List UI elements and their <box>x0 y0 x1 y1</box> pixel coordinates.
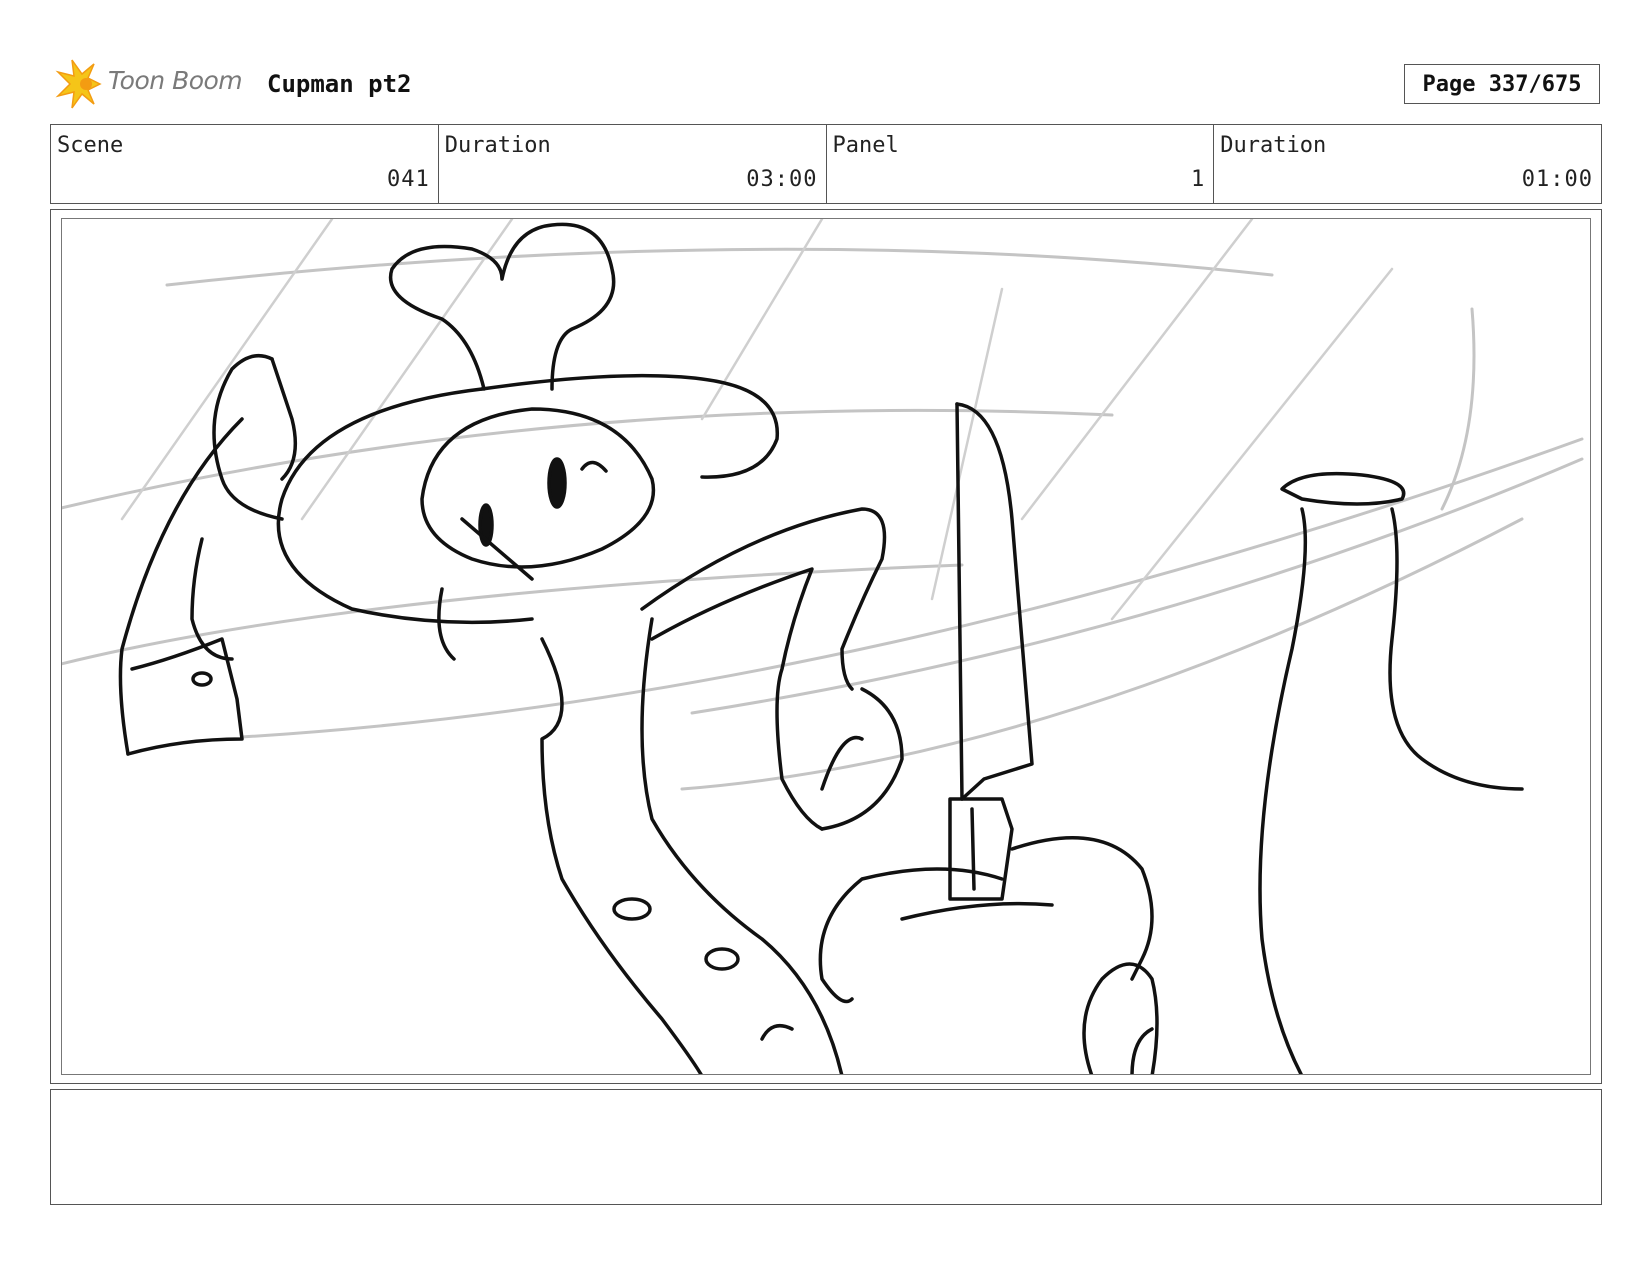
duration-label: Duration <box>444 133 551 158</box>
starburst-icon <box>55 59 102 109</box>
panel-duration-label: Duration <box>1220 133 1327 158</box>
scene-duration-cell: Duration 03:00 <box>439 125 827 203</box>
panel-value: 1 <box>1191 167 1206 192</box>
diagonal-speed-lines <box>120 219 1394 621</box>
duration-value: 03:00 <box>746 167 818 192</box>
panel-duration-cell: Duration 01:00 <box>1214 125 1601 203</box>
panel-notes-box <box>50 1089 1602 1205</box>
project-title: Cupman pt2 <box>267 70 412 98</box>
scene-value: 041 <box>387 167 430 192</box>
vase-sketch <box>1258 471 1524 1074</box>
toon-boom-logo: Toon Boom <box>54 56 254 112</box>
sketch-drawing <box>62 219 1584 1074</box>
panel-label: Panel <box>832 133 899 158</box>
scene-cell: Scene 041 <box>51 125 439 203</box>
knife-sketch <box>948 402 1034 901</box>
apple-sketch <box>818 836 1159 1074</box>
info-row: Scene 041 Duration 03:00 Panel 1 Duratio… <box>50 124 1602 204</box>
scene-label: Scene <box>57 133 124 158</box>
storyboard-panel-image <box>61 218 1591 1075</box>
storyboard-panel-frame <box>50 209 1602 1084</box>
page-indicator: Page 337/675 <box>1404 64 1600 104</box>
panel-duration-value: 01:00 <box>1521 167 1593 192</box>
panel-cell: Panel 1 <box>827 125 1215 203</box>
brand-name: Toon Boom <box>108 66 243 95</box>
